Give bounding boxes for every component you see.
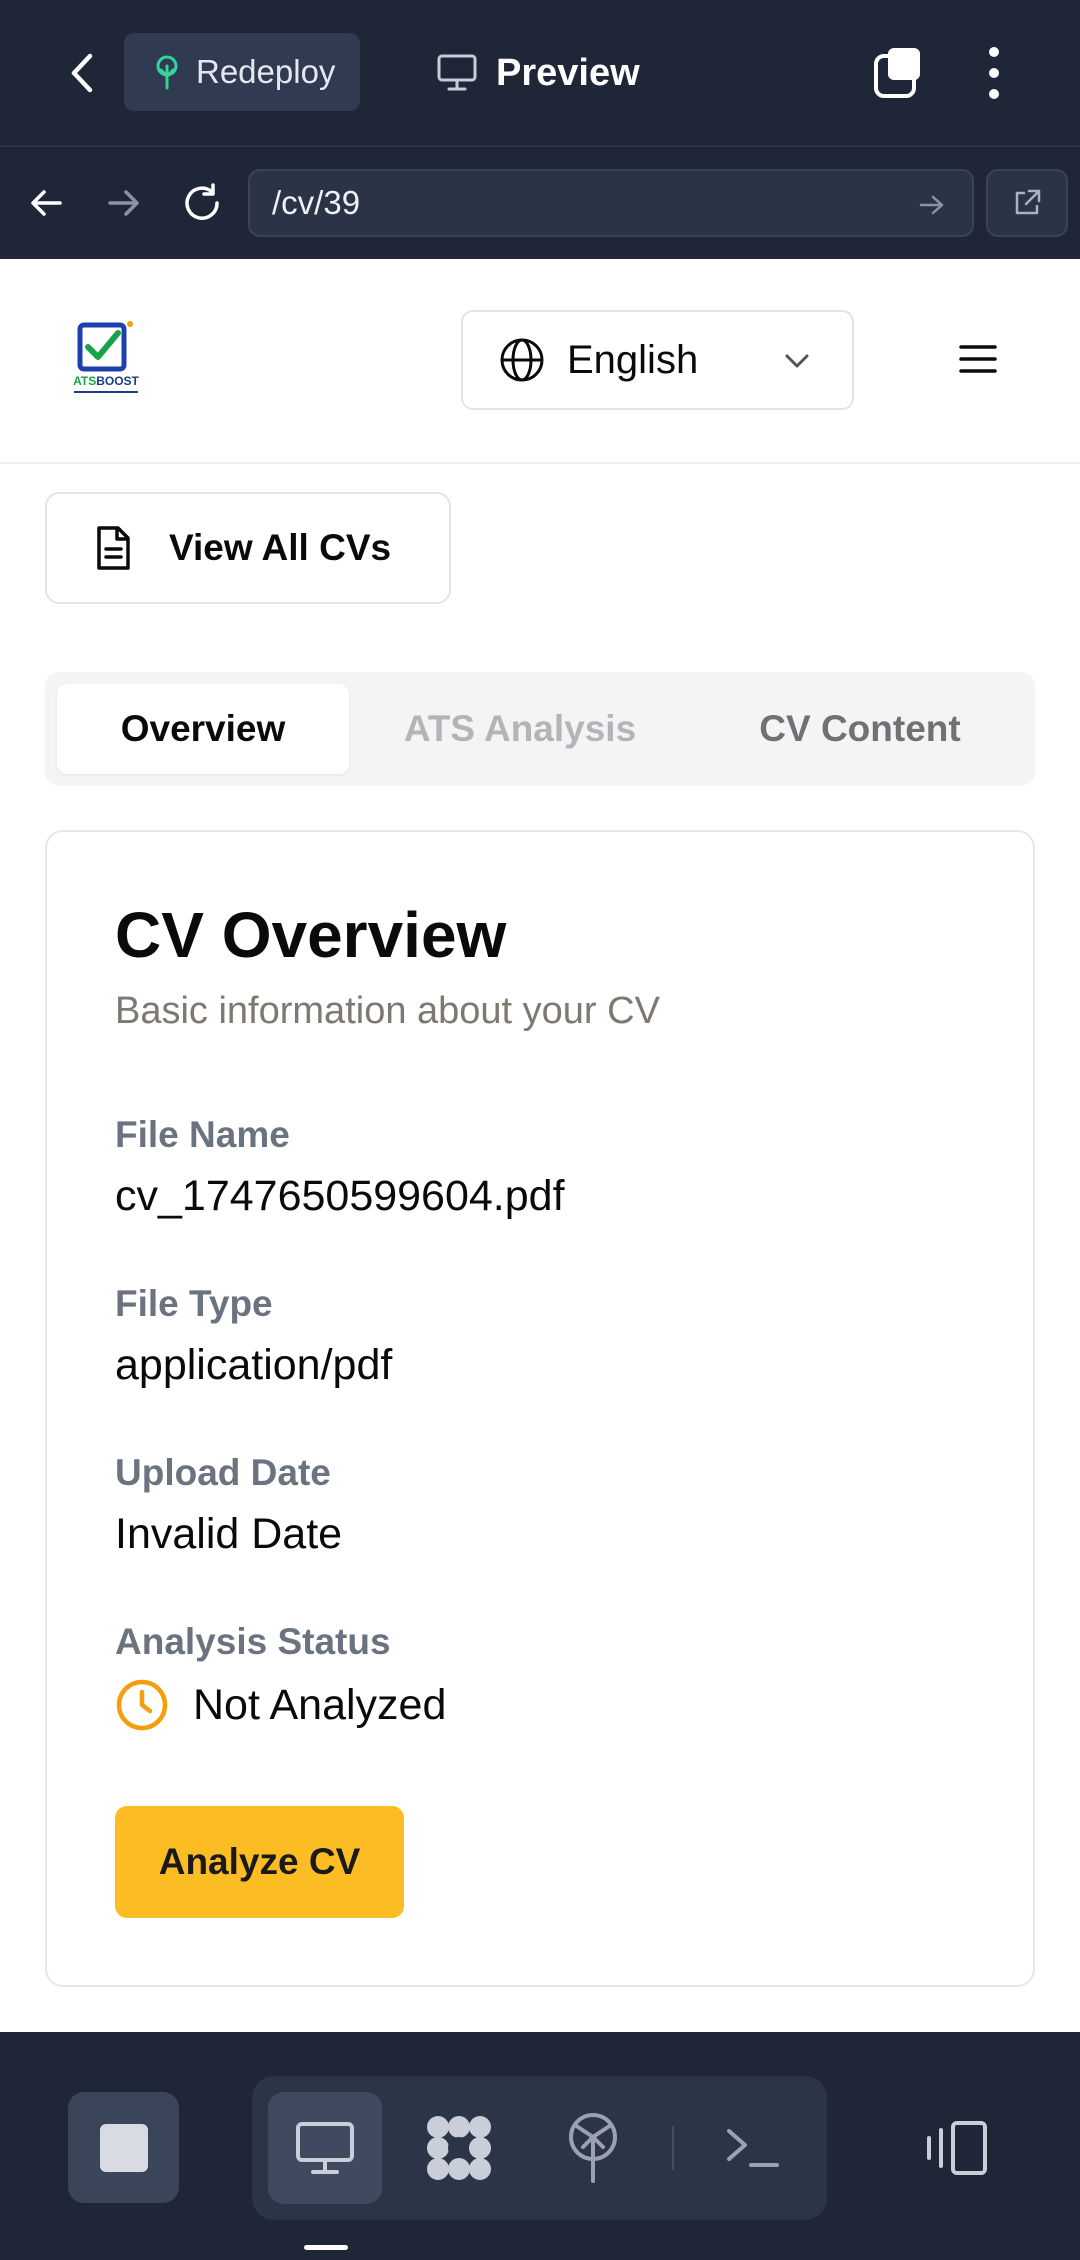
redeploy-label: Redeploy — [196, 53, 336, 90]
upload-date-label: Upload Date — [115, 1452, 331, 1493]
terminal-icon — [727, 2129, 779, 2167]
menu-button[interactable] — [950, 329, 1006, 389]
panel-toggle-button[interactable] — [914, 2092, 998, 2203]
home-indicator[interactable] — [304, 2245, 348, 2250]
menu-icon — [959, 345, 997, 373]
view-mode-group — [252, 2076, 827, 2220]
arrow-right-icon — [108, 190, 139, 216]
tab-cv-content[interactable]: CV Content — [705, 684, 1015, 774]
svg-text:ATSBOOST: ATSBOOST — [73, 374, 139, 388]
arrow-left-icon — [31, 190, 62, 216]
url-go-button[interactable] — [912, 185, 952, 225]
external-link-icon — [1015, 189, 1041, 215]
card-subtitle: Basic information about your CV — [115, 990, 660, 1032]
monitor-icon — [296, 2122, 354, 2174]
preview-toggle[interactable]: Preview — [436, 40, 640, 106]
cv-tabs: Overview ATS Analysis CV Content — [45, 672, 1035, 786]
stop-icon — [99, 2123, 148, 2172]
deploy-mode-button[interactable] — [536, 2092, 650, 2204]
url-text: /cv/39 — [272, 184, 361, 221]
analysis-status-value: Not Analyzed — [193, 1680, 447, 1729]
chevron-left-icon — [71, 53, 93, 93]
upload-date-value: Invalid Date — [115, 1510, 343, 1558]
preview-mode-button[interactable] — [268, 2092, 382, 2204]
reload-button[interactable] — [172, 175, 232, 231]
site-header: ATSBOOST English — [0, 259, 1080, 464]
app-top-bar: Redeploy Preview — [0, 0, 1080, 145]
file-name-value: cv_1747650599604.pdf — [115, 1172, 565, 1220]
nav-back-button[interactable] — [16, 175, 76, 231]
file-type-label: File Type — [115, 1283, 273, 1324]
document-icon — [97, 526, 130, 570]
url-input[interactable]: /cv/39 — [248, 169, 974, 237]
deploy-icon — [569, 2113, 617, 2183]
panel-icon — [927, 2120, 987, 2175]
tab-ats-analysis[interactable]: ATS Analysis — [375, 684, 665, 774]
view-all-cvs-label: View All CVs — [169, 527, 392, 568]
stop-button[interactable] — [68, 2092, 179, 2203]
redeploy-button[interactable]: Redeploy — [124, 33, 360, 111]
nodes-icon — [427, 2116, 491, 2180]
reload-icon — [185, 183, 219, 220]
workflow-mode-button[interactable] — [402, 2092, 516, 2204]
analyze-cv-button[interactable]: Analyze CV — [115, 1806, 404, 1918]
tabs-icon — [874, 48, 920, 98]
atsboost-logo[interactable]: ATSBOOST — [70, 319, 142, 401]
cv-overview-card: CV Overview Basic information about your… — [45, 830, 1035, 1987]
arrow-right-icon — [919, 195, 944, 215]
language-label: English — [567, 337, 699, 382]
chevron-down-icon — [785, 354, 809, 368]
mode-separator — [672, 2126, 674, 2170]
analysis-status: Not Analyzed — [115, 1678, 446, 1732]
file-name-label: File Name — [115, 1114, 290, 1155]
url-bar: /cv/39 — [0, 147, 1080, 259]
nav-forward-button[interactable] — [94, 175, 154, 231]
language-select[interactable]: English — [461, 310, 854, 410]
tab-overview[interactable]: Overview — [57, 684, 349, 774]
tabs-switcher-button[interactable] — [866, 40, 930, 106]
clock-icon — [116, 1679, 168, 1731]
view-all-cvs-button[interactable]: View All CVs — [45, 492, 451, 604]
bottom-toolbar — [0, 2032, 1080, 2260]
terminal-mode-button[interactable] — [696, 2092, 810, 2204]
card-title: CV Overview — [115, 899, 507, 971]
monitor-icon — [437, 54, 477, 91]
globe-icon — [500, 338, 544, 382]
more-options-button[interactable] — [962, 40, 1026, 106]
file-type-value: application/pdf — [115, 1341, 393, 1389]
open-external-button[interactable] — [986, 169, 1068, 237]
back-button[interactable] — [52, 40, 112, 106]
more-vertical-icon — [989, 47, 999, 99]
analysis-status-label: Analysis Status — [115, 1621, 391, 1662]
redeploy-icon — [156, 55, 178, 90]
preview-label: Preview — [496, 51, 640, 94]
